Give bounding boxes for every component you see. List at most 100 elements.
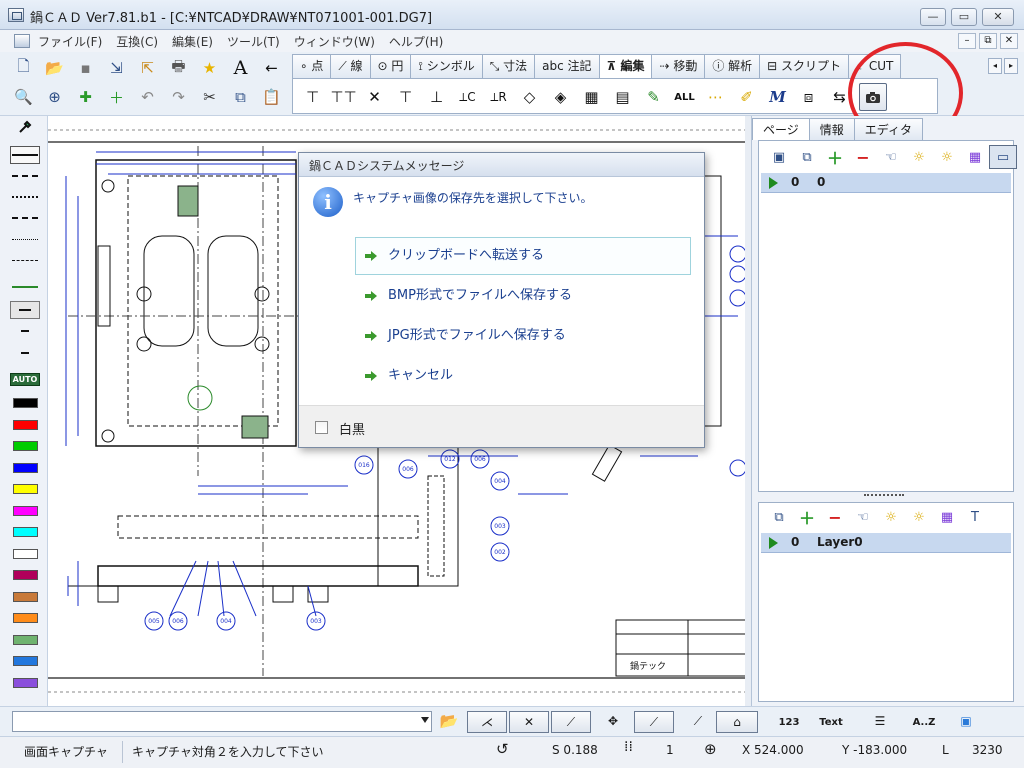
snap-cross-button[interactable]: ✕ bbox=[509, 711, 549, 733]
auto-color-button[interactable]: AUTO bbox=[9, 372, 41, 386]
paste-icon[interactable]: 📋 bbox=[256, 83, 287, 111]
panel-splitter[interactable] bbox=[864, 494, 904, 498]
region-icon[interactable]: ⧈ bbox=[793, 83, 824, 111]
page-copy-icon[interactable]: ⧉ bbox=[793, 145, 821, 169]
chamfer-icon[interactable]: ⟂C bbox=[452, 83, 483, 111]
color-swatch[interactable] bbox=[10, 633, 40, 647]
line-fine-dotted[interactable] bbox=[10, 232, 40, 246]
import-icon[interactable]: ⇲ bbox=[101, 54, 132, 82]
page-light-icon[interactable]: ☼ bbox=[905, 145, 933, 169]
color-swatch[interactable] bbox=[10, 461, 40, 475]
color-swatch[interactable] bbox=[10, 611, 40, 625]
page-select-icon[interactable]: ☜ bbox=[877, 145, 905, 169]
extend-icon[interactable]: ⊤ bbox=[390, 83, 421, 111]
tab-point[interactable]: ∘ 点 bbox=[292, 54, 332, 78]
color-swatch[interactable] bbox=[10, 525, 40, 539]
mdi-close-button[interactable]: ✕ bbox=[1000, 33, 1018, 49]
line-width-thin[interactable] bbox=[10, 324, 40, 338]
option-cancel[interactable]: キャンセル bbox=[355, 357, 691, 395]
lines-icon[interactable]: ▤ bbox=[607, 83, 638, 111]
tab-symbol[interactable]: ⟟ シンボル bbox=[410, 54, 483, 78]
tab-scroll-right-button[interactable]: ▸ bbox=[1004, 58, 1018, 74]
tab-annotation[interactable]: abc 注記 bbox=[534, 54, 600, 78]
line-green[interactable] bbox=[10, 280, 40, 294]
mdi-minimize-button[interactable]: – bbox=[958, 33, 976, 49]
menu-file[interactable]: ファイル(F) bbox=[38, 33, 102, 50]
eyedropper-icon[interactable] bbox=[10, 120, 40, 134]
star-icon[interactable]: ★ bbox=[194, 54, 225, 82]
layer-text-icon[interactable]: T bbox=[961, 505, 989, 529]
multi-trim-icon[interactable]: ⊤⊤ bbox=[328, 83, 359, 111]
numeric-input-icon[interactable]: 123 bbox=[776, 711, 802, 733]
layer-remove-icon[interactable]: − bbox=[821, 505, 849, 529]
snap-center-icon[interactable]: ✥ bbox=[600, 711, 626, 733]
line-dotted[interactable] bbox=[10, 190, 40, 204]
snap-midpoint-button[interactable]: ⟋ bbox=[634, 711, 674, 733]
tab-editor[interactable]: エディタ bbox=[853, 118, 923, 140]
color-swatch[interactable] bbox=[10, 676, 40, 690]
layer-color-icon[interactable]: ▦ bbox=[933, 505, 961, 529]
trim-icon[interactable]: ⊤ bbox=[297, 83, 328, 111]
line-solid-thick[interactable] bbox=[10, 146, 40, 164]
option-clipboard[interactable]: クリップボードへ転送する bbox=[355, 237, 691, 275]
line-dashed[interactable] bbox=[10, 169, 40, 183]
tab-analyze[interactable]: ⓘ 解析 bbox=[704, 54, 761, 78]
pen-icon[interactable]: ✎ bbox=[638, 83, 669, 111]
property-icon[interactable]: ⋯ bbox=[700, 83, 731, 111]
page-add-icon[interactable]: ＋ bbox=[821, 145, 849, 169]
crosshair-icon[interactable]: ⊕ bbox=[704, 740, 717, 758]
menu-compat[interactable]: 互換(C) bbox=[116, 33, 158, 50]
grid-icon[interactable]: ⁞⁞ bbox=[624, 739, 633, 755]
open-folder-icon[interactable]: 📂 bbox=[39, 54, 70, 82]
redo-icon[interactable]: ↷ bbox=[163, 83, 194, 111]
zoom-out-icon[interactable]: ＋ bbox=[101, 83, 132, 111]
layer-list-icon[interactable]: ☰ bbox=[866, 711, 894, 733]
layer-add-icon[interactable]: ＋ bbox=[793, 505, 821, 529]
page-properties-icon[interactable]: ▣ bbox=[765, 145, 793, 169]
color-swatch[interactable] bbox=[10, 547, 40, 561]
snap-intersection-button[interactable]: ⋌ bbox=[467, 711, 507, 733]
maximize-button[interactable]: ▭ bbox=[951, 8, 977, 26]
tab-dimension[interactable]: ⤡ 寸法 bbox=[481, 54, 536, 78]
menu-edit[interactable]: 編集(E) bbox=[172, 33, 213, 50]
tab-script[interactable]: ⊟ スクリプト bbox=[759, 54, 850, 78]
new-file-icon[interactable]: 🗋 bbox=[8, 54, 39, 82]
dropdown-arrow-icon[interactable] bbox=[421, 717, 429, 723]
line-long-dash[interactable] bbox=[10, 253, 40, 267]
sort-az-icon[interactable]: A..Z bbox=[904, 711, 944, 733]
snap-endpoint-button[interactable]: ⟋ bbox=[551, 711, 591, 733]
line-width-short[interactable] bbox=[10, 346, 40, 360]
color-swatch[interactable] bbox=[10, 418, 40, 432]
snap-cursor-button[interactable]: ⌂ bbox=[716, 711, 758, 733]
copy-icon[interactable]: ⧉ bbox=[225, 83, 256, 111]
page-view-icon[interactable]: ▭ bbox=[989, 145, 1017, 169]
page-lights-icon[interactable]: ☼ bbox=[933, 145, 961, 169]
window-icon[interactable]: ▣ bbox=[954, 711, 978, 733]
color-swatch[interactable] bbox=[10, 396, 40, 410]
zoom-icon[interactable]: 🔍 bbox=[8, 83, 39, 111]
page-color-icon[interactable]: ▦ bbox=[961, 145, 989, 169]
color-swatch[interactable] bbox=[10, 482, 40, 496]
marker-icon[interactable]: ✐ bbox=[731, 83, 762, 111]
tab-page[interactable]: ページ bbox=[752, 118, 810, 140]
layer-copy-icon[interactable]: ⧉ bbox=[765, 505, 793, 529]
break-icon[interactable]: ⊥ bbox=[421, 83, 452, 111]
select-all-icon[interactable]: ALL bbox=[669, 83, 700, 111]
minimize-button[interactable]: — bbox=[920, 8, 946, 26]
tab-move[interactable]: ⇢ 移動 bbox=[651, 54, 706, 78]
monochrome-checkbox[interactable] bbox=[315, 421, 328, 434]
color-swatch[interactable] bbox=[10, 504, 40, 518]
arrow-left-icon[interactable]: ← bbox=[256, 54, 287, 82]
page-row[interactable]: 0 0 bbox=[761, 173, 1011, 193]
layer-light-icon[interactable]: ☼ bbox=[877, 505, 905, 529]
layer-row[interactable]: 0 Layer0 bbox=[761, 533, 1011, 553]
option-jpg[interactable]: JPG形式でファイルへ保存する bbox=[355, 317, 691, 355]
color-swatch[interactable] bbox=[10, 439, 40, 453]
folder-icon[interactable]: 📂 bbox=[438, 711, 460, 733]
tab-circle[interactable]: ⊙ 円 bbox=[369, 54, 412, 78]
option-bmp[interactable]: BMP形式でファイルへ保存する bbox=[355, 277, 691, 315]
color-swatch[interactable] bbox=[10, 654, 40, 668]
text-snap-icon[interactable]: Text bbox=[814, 711, 848, 733]
shape-edit-icon[interactable]: ◈ bbox=[545, 83, 576, 111]
hatch-icon[interactable]: ▦ bbox=[576, 83, 607, 111]
